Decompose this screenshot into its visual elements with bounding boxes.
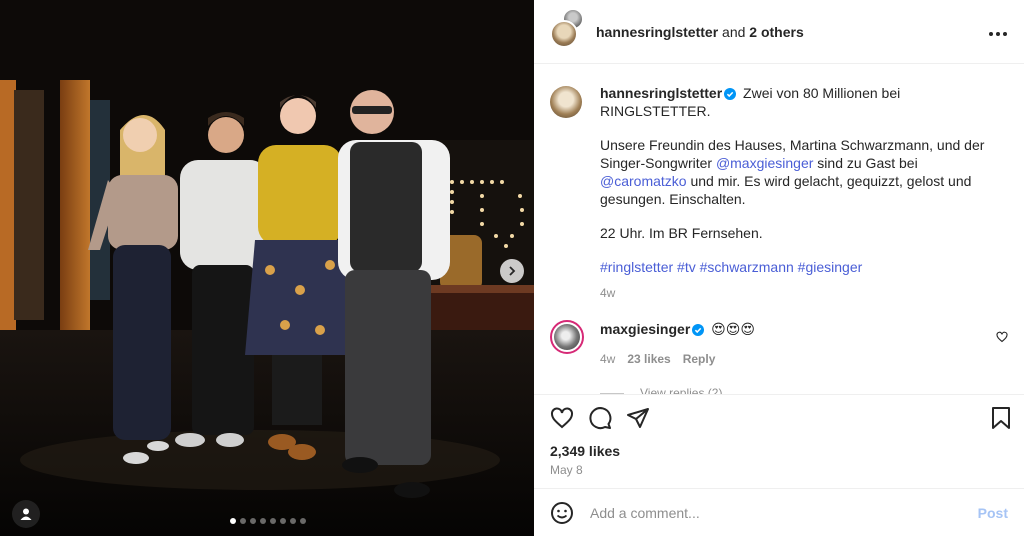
smiley-icon xyxy=(551,501,573,524)
comment-button[interactable] xyxy=(588,406,612,430)
caption-paragraph: Unsere Freundin des Hauses, Martina Schw… xyxy=(600,136,1000,208)
hashtag-link[interactable]: #tv xyxy=(677,259,696,275)
comment-input[interactable] xyxy=(590,504,978,521)
hashtag-link[interactable]: #schwarzmann xyxy=(700,259,794,275)
studio-photo-image xyxy=(0,0,534,536)
post-comment-button[interactable]: Post xyxy=(978,505,1008,521)
caption-paragraph: 22 Uhr. Im BR Fernsehen. xyxy=(600,225,763,241)
bookmark-icon xyxy=(992,407,1010,429)
authors-joiner: and xyxy=(722,23,746,40)
chevron-right-icon xyxy=(509,266,516,276)
user-icon xyxy=(20,508,32,520)
more-options-button[interactable] xyxy=(988,21,1008,42)
like-comment-button[interactable] xyxy=(996,330,1008,348)
comment-bubble-icon xyxy=(589,407,612,430)
carousel-next-button[interactable] xyxy=(500,259,524,283)
mention-link[interactable]: @maxgiesinger xyxy=(716,155,813,171)
post-date[interactable]: May 8 xyxy=(550,463,1012,477)
hashtag-list: #ringlstetter #tv #schwarzmann #giesinge… xyxy=(600,258,1000,276)
carousel-dot xyxy=(250,518,256,524)
view-replies-label: View replies (2) xyxy=(640,386,723,394)
heart-icon xyxy=(551,407,573,429)
carousel-indicator xyxy=(230,518,306,524)
other-authors-link[interactable]: 2 others xyxy=(749,24,803,40)
author-username[interactable]: hannesringlstetter xyxy=(596,24,718,40)
add-comment-bar: Post xyxy=(534,488,1024,536)
carousel-dot xyxy=(260,518,266,524)
carousel-dot xyxy=(240,518,246,524)
heart-icon xyxy=(996,331,1008,343)
tagged-users-button[interactable] xyxy=(12,500,40,528)
reply-button[interactable]: Reply xyxy=(683,350,716,368)
post-actions: 2,349 likes May 8 xyxy=(534,394,1024,477)
carousel-dot xyxy=(270,518,276,524)
comment-likes[interactable]: 23 likes xyxy=(627,350,670,368)
verified-badge-icon xyxy=(692,324,705,336)
share-button[interactable] xyxy=(626,406,650,430)
paper-plane-icon xyxy=(627,408,649,428)
likes-count[interactable]: 2,349 likes xyxy=(550,443,1012,459)
carousel-dot xyxy=(290,518,296,524)
hashtag-link[interactable]: #giesinger xyxy=(798,259,863,275)
hashtag-link[interactable]: #ringlstetter xyxy=(600,259,673,275)
collab-avatars[interactable] xyxy=(550,7,584,48)
save-button[interactable] xyxy=(990,406,1012,430)
like-button[interactable] xyxy=(550,406,574,430)
caption-text: sind zu Gast bei xyxy=(813,155,918,171)
comment-username[interactable]: maxgiesinger xyxy=(600,321,690,337)
more-horizontal-icon xyxy=(989,32,1007,36)
caption-username[interactable]: hannesringlstetter xyxy=(600,85,722,101)
verified-badge-icon xyxy=(724,88,737,100)
comment-timestamp[interactable]: 4w xyxy=(600,350,615,368)
post-photo[interactable] xyxy=(0,0,534,536)
comment-text: 😍😍😍 xyxy=(711,321,755,337)
avatar[interactable] xyxy=(550,320,584,354)
emoji-picker-button[interactable] xyxy=(550,501,574,525)
caption-timestamp[interactable]: 4w xyxy=(600,284,1000,302)
avatar xyxy=(550,19,578,48)
mention-link[interactable]: @caromatzko xyxy=(600,173,687,189)
avatar[interactable] xyxy=(550,86,582,118)
post-details-panel: hannesringlstetter and 2 others hannesri… xyxy=(534,0,1024,536)
carousel-dot xyxy=(230,518,236,524)
comments-section[interactable]: hannesringlstetter Zwei von 80 Millionen… xyxy=(534,64,1024,394)
comment-item: maxgiesinger 😍😍😍 4w 23 likes Reply xyxy=(550,320,1008,368)
carousel-dot xyxy=(280,518,286,524)
carousel-dot xyxy=(300,518,306,524)
post-caption: hannesringlstetter Zwei von 80 Millionen… xyxy=(550,84,1008,302)
post-header: hannesringlstetter and 2 others xyxy=(534,0,1024,64)
post-authors: hannesringlstetter and 2 others xyxy=(596,24,804,40)
view-replies-button[interactable]: View replies (2) xyxy=(600,386,1008,394)
